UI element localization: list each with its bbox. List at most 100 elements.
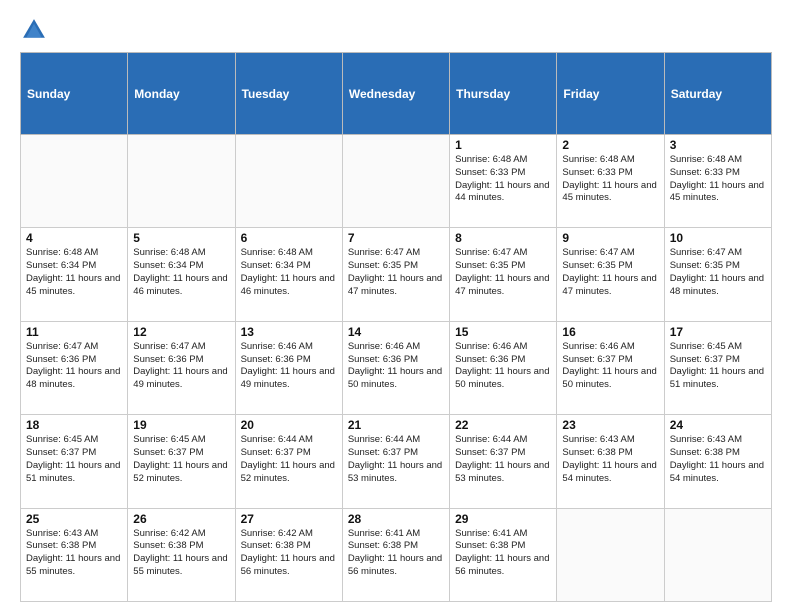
calendar-header: SundayMondayTuesdayWednesdayThursdayFrid… [21,53,772,135]
day-header-sunday: Sunday [21,53,128,135]
day-number: 27 [241,512,337,526]
day-info: Sunrise: 6:48 AM Sunset: 6:33 PM Dayligh… [670,154,766,205]
day-number: 26 [133,512,229,526]
calendar-cell: 16Sunrise: 6:46 AM Sunset: 6:37 PM Dayli… [557,321,664,414]
day-header-friday: Friday [557,53,664,135]
day-info: Sunrise: 6:43 AM Sunset: 6:38 PM Dayligh… [26,528,122,579]
day-info: Sunrise: 6:44 AM Sunset: 6:37 PM Dayligh… [348,434,444,485]
day-info: Sunrise: 6:43 AM Sunset: 6:38 PM Dayligh… [562,434,658,485]
day-info: Sunrise: 6:44 AM Sunset: 6:37 PM Dayligh… [455,434,551,485]
day-info: Sunrise: 6:48 AM Sunset: 6:33 PM Dayligh… [455,154,551,205]
header [20,16,772,44]
calendar-cell [21,135,128,228]
day-info: Sunrise: 6:48 AM Sunset: 6:34 PM Dayligh… [241,247,337,298]
day-number: 21 [348,418,444,432]
day-number: 3 [670,138,766,152]
calendar-cell: 8 Sunrise: 6:47 AM Sunset: 6:35 PM Daylig… [450,228,557,321]
day-number: 23 [562,418,658,432]
day-number: 6 [241,231,337,245]
page: SundayMondayTuesdayWednesdayThursdayFrid… [0,0,792,612]
day-header-wednesday: Wednesday [342,53,449,135]
day-number: 28 [348,512,444,526]
day-number: 17 [670,325,766,339]
calendar-cell: 21 Sunrise: 6:44 AM Sunset: 6:37 PM Dayli… [342,415,449,508]
day-info: Sunrise: 6:43 AM Sunset: 6:38 PM Dayligh… [670,434,766,485]
day-number: 8 [455,231,551,245]
calendar-cell: 9 Sunrise: 6:47 AM Sunset: 6:35 PM Daylig… [557,228,664,321]
calendar: SundayMondayTuesdayWednesdayThursdayFrid… [20,52,772,602]
day-info: Sunrise: 6:46 AM Sunset: 6:36 PM Dayligh… [348,341,444,392]
calendar-cell: 26 Sunrise: 6:42 AM Sunset: 6:38 PM Dayli… [128,508,235,601]
calendar-cell [235,135,342,228]
week-row-4: 18 Sunrise: 6:45 AM Sunset: 6:37 PM Dayli… [21,415,772,508]
calendar-cell: 17 Sunrise: 6:45 AM Sunset: 6:37 PM Dayli… [664,321,771,414]
day-info: Sunrise: 6:42 AM Sunset: 6:38 PM Dayligh… [133,528,229,579]
logo-icon [20,16,48,44]
day-number: 20 [241,418,337,432]
day-info: Sunrise: 6:45 AM Sunset: 6:37 PM Dayligh… [670,341,766,392]
day-info: Sunrise: 6:44 AM Sunset: 6:37 PM Dayligh… [241,434,337,485]
day-header-saturday: Saturday [664,53,771,135]
calendar-cell: 24 Sunrise: 6:43 AM Sunset: 6:38 PM Dayli… [664,415,771,508]
day-info: Sunrise: 6:47 AM Sunset: 6:36 PM Dayligh… [26,341,122,392]
calendar-cell [128,135,235,228]
calendar-cell: 20 Sunrise: 6:44 AM Sunset: 6:37 PM Dayli… [235,415,342,508]
calendar-cell: 29 Sunrise: 6:41 AM Sunset: 6:38 PM Dayli… [450,508,557,601]
calendar-cell: 25 Sunrise: 6:43 AM Sunset: 6:38 PM Dayli… [21,508,128,601]
day-info: Sunrise: 6:47 AM Sunset: 6:35 PM Dayligh… [562,247,658,298]
calendar-cell: 22 Sunrise: 6:44 AM Sunset: 6:37 PM Dayli… [450,415,557,508]
week-row-2: 4 Sunrise: 6:48 AM Sunset: 6:34 PM Daylig… [21,228,772,321]
day-info: Sunrise: 6:47 AM Sunset: 6:35 PM Dayligh… [670,247,766,298]
day-info: Sunrise: 6:47 AM Sunset: 6:35 PM Dayligh… [455,247,551,298]
calendar-cell: 11Sunrise: 6:47 AM Sunset: 6:36 PM Dayli… [21,321,128,414]
day-number: 1 [455,138,551,152]
calendar-body: 1 Sunrise: 6:48 AM Sunset: 6:33 PM Daylig… [21,135,772,602]
day-number: 9 [562,231,658,245]
calendar-cell: 5Sunrise: 6:48 AM Sunset: 6:34 PM Daylig… [128,228,235,321]
calendar-cell: 28 Sunrise: 6:41 AM Sunset: 6:38 PM Dayli… [342,508,449,601]
day-number: 24 [670,418,766,432]
day-info: Sunrise: 6:46 AM Sunset: 6:36 PM Dayligh… [241,341,337,392]
logo [20,16,50,44]
day-info: Sunrise: 6:45 AM Sunset: 6:37 PM Dayligh… [26,434,122,485]
calendar-cell: 18 Sunrise: 6:45 AM Sunset: 6:37 PM Dayli… [21,415,128,508]
day-info: Sunrise: 6:47 AM Sunset: 6:35 PM Dayligh… [348,247,444,298]
day-number: 7 [348,231,444,245]
header-row: SundayMondayTuesdayWednesdayThursdayFrid… [21,53,772,135]
day-number: 13 [241,325,337,339]
day-number: 25 [26,512,122,526]
day-number: 10 [670,231,766,245]
day-info: Sunrise: 6:42 AM Sunset: 6:38 PM Dayligh… [241,528,337,579]
day-info: Sunrise: 6:41 AM Sunset: 6:38 PM Dayligh… [455,528,551,579]
day-info: Sunrise: 6:41 AM Sunset: 6:38 PM Dayligh… [348,528,444,579]
week-row-1: 1 Sunrise: 6:48 AM Sunset: 6:33 PM Daylig… [21,135,772,228]
day-header-monday: Monday [128,53,235,135]
day-info: Sunrise: 6:46 AM Sunset: 6:36 PM Dayligh… [455,341,551,392]
day-number: 2 [562,138,658,152]
day-info: Sunrise: 6:48 AM Sunset: 6:34 PM Dayligh… [26,247,122,298]
day-number: 18 [26,418,122,432]
calendar-cell: 13 Sunrise: 6:46 AM Sunset: 6:36 PM Dayli… [235,321,342,414]
calendar-cell: 7 Sunrise: 6:47 AM Sunset: 6:35 PM Daylig… [342,228,449,321]
calendar-cell: 4 Sunrise: 6:48 AM Sunset: 6:34 PM Daylig… [21,228,128,321]
day-number: 4 [26,231,122,245]
calendar-cell: 14 Sunrise: 6:46 AM Sunset: 6:36 PM Dayli… [342,321,449,414]
calendar-cell: 12Sunrise: 6:47 AM Sunset: 6:36 PM Dayli… [128,321,235,414]
day-header-thursday: Thursday [450,53,557,135]
day-number: 19 [133,418,229,432]
calendar-cell: 19 Sunrise: 6:45 AM Sunset: 6:37 PM Dayli… [128,415,235,508]
calendar-cell: 15Sunrise: 6:46 AM Sunset: 6:36 PM Dayli… [450,321,557,414]
day-header-tuesday: Tuesday [235,53,342,135]
day-number: 29 [455,512,551,526]
calendar-cell: 1 Sunrise: 6:48 AM Sunset: 6:33 PM Daylig… [450,135,557,228]
day-number: 16 [562,325,658,339]
calendar-cell: 23 Sunrise: 6:43 AM Sunset: 6:38 PM Dayli… [557,415,664,508]
week-row-5: 25 Sunrise: 6:43 AM Sunset: 6:38 PM Dayli… [21,508,772,601]
calendar-cell: 6 Sunrise: 6:48 AM Sunset: 6:34 PM Daylig… [235,228,342,321]
calendar-cell: 27 Sunrise: 6:42 AM Sunset: 6:38 PM Dayli… [235,508,342,601]
day-number: 14 [348,325,444,339]
day-number: 22 [455,418,551,432]
day-info: Sunrise: 6:47 AM Sunset: 6:36 PM Dayligh… [133,341,229,392]
day-info: Sunrise: 6:45 AM Sunset: 6:37 PM Dayligh… [133,434,229,485]
calendar-cell [664,508,771,601]
